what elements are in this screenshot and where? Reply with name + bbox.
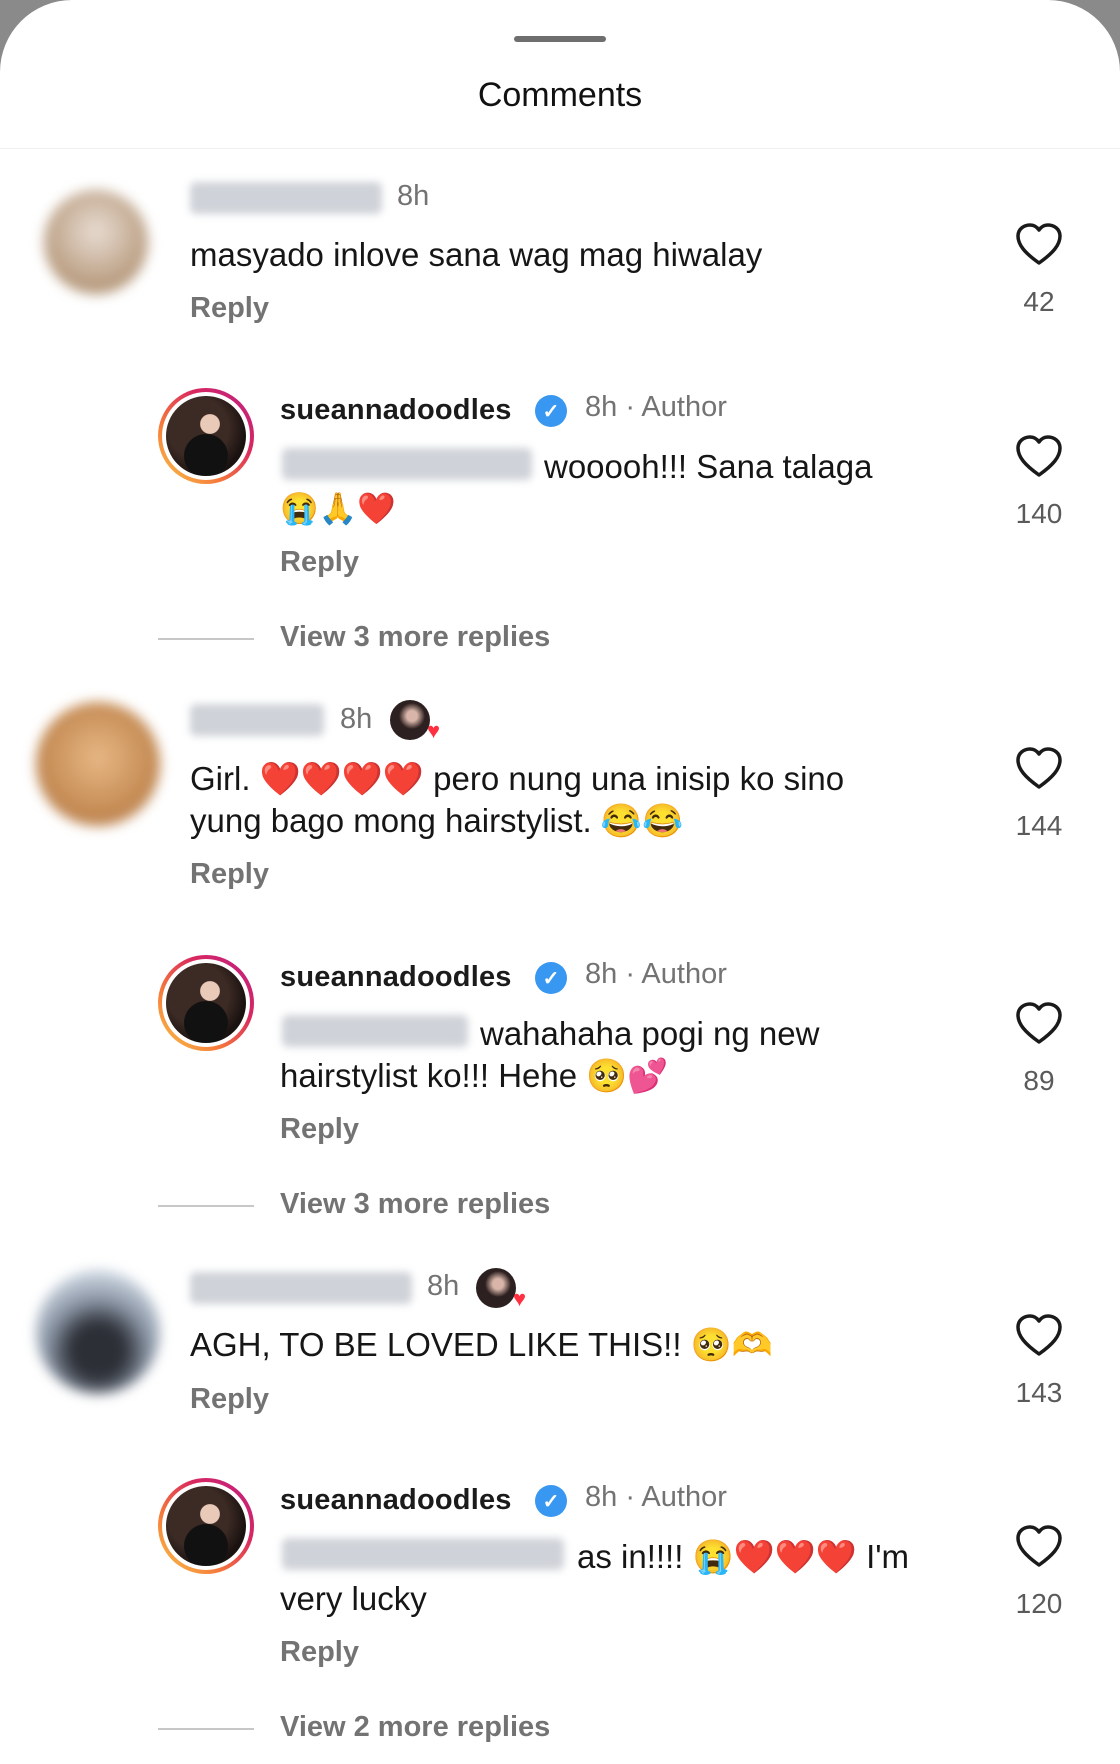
view-more-line — [158, 1728, 254, 1730]
reply-button[interactable]: Reply — [190, 858, 269, 891]
author-avatar[interactable] — [158, 1478, 254, 1574]
like-count: 42 — [1023, 286, 1055, 317]
drag-handle[interactable] — [514, 36, 606, 42]
like-count: 143 — [1015, 1377, 1063, 1408]
comment-text-continued: hairstylist ko!!! Hehe 🥺💕 — [280, 1057, 669, 1094]
view-more-replies-button[interactable]: View 2 more replies — [280, 1711, 550, 1744]
comment-text-continued: yung bago mong hairstylist. 😂😂 — [190, 802, 684, 839]
heart-outline-icon[interactable] — [1015, 1524, 1063, 1568]
heart-outline-icon[interactable] — [1015, 434, 1063, 478]
comment-text: wahahaha pogi ng new — [480, 1015, 820, 1052]
comment-time: 8h · Author — [585, 958, 727, 990]
heart-outline-icon[interactable] — [1015, 1313, 1063, 1357]
like-count: 144 — [1015, 810, 1063, 841]
reply-button[interactable]: Reply — [190, 292, 269, 325]
avatar[interactable] — [36, 702, 160, 826]
heart-outline-icon[interactable] — [1015, 222, 1063, 266]
view-more-line — [158, 638, 254, 640]
username-blurred[interactable] — [190, 182, 382, 214]
reply-button[interactable]: Reply — [280, 1113, 359, 1146]
reply-button[interactable]: Reply — [280, 546, 359, 579]
username-blurred[interactable] — [190, 704, 324, 736]
comment-time: 8h — [340, 703, 373, 735]
comment-text: wooooh!!! Sana talaga — [544, 448, 873, 485]
comment-text: Girl. ❤️❤️❤️❤️ pero nung una inisip ko s… — [190, 760, 845, 797]
author-avatar[interactable] — [158, 388, 254, 484]
verified-badge-icon: ✓ — [535, 962, 567, 994]
comment-text: AGH, TO BE LOVED LIKE THIS!! 🥺🫶 — [190, 1326, 773, 1363]
avatar[interactable] — [44, 190, 148, 294]
comment-text-continued: 😭🙏❤️ — [280, 491, 396, 526]
sheet-title: Comments — [477, 76, 643, 114]
creator-liked-heart-icon: ♥ — [476, 1268, 526, 1310]
view-more-line — [158, 1205, 254, 1207]
view-more-replies-button[interactable]: View 3 more replies — [280, 1188, 550, 1221]
username-blurred[interactable] — [190, 1272, 412, 1304]
view-more-replies-button[interactable]: View 3 more replies — [280, 621, 550, 654]
author-username[interactable]: sueannadoodles — [280, 961, 512, 994]
comments-sheet: Comments 8h masyado inlove sana wag mag … — [0, 0, 1120, 1764]
comment-time: 8h · Author — [585, 1481, 727, 1513]
mention-blurred[interactable] — [282, 1538, 564, 1570]
comment-text: as in!!!! 😭❤️❤️❤️ I'm — [577, 1538, 910, 1575]
like-count: 89 — [1023, 1065, 1055, 1096]
verified-badge-icon: ✓ — [535, 395, 567, 427]
author-username[interactable]: sueannadoodles — [280, 1484, 512, 1517]
like-count: 140 — [1015, 498, 1063, 529]
comment-text: masyado inlove sana wag mag hiwalay — [190, 236, 763, 273]
comment-text-continued: very lucky — [280, 1580, 427, 1617]
author-avatar[interactable] — [158, 955, 254, 1051]
like-count: 120 — [1015, 1588, 1063, 1619]
comment-time: 8h — [397, 180, 430, 212]
mention-blurred[interactable] — [282, 448, 532, 480]
avatar[interactable] — [36, 1270, 160, 1394]
comment-time: 8h — [427, 1270, 460, 1302]
reply-button[interactable]: Reply — [280, 1636, 359, 1669]
comment-time: 8h · Author — [585, 391, 727, 423]
creator-liked-heart-icon: ♥ — [390, 700, 440, 742]
reply-button[interactable]: Reply — [190, 1383, 269, 1416]
header-divider — [0, 148, 1120, 149]
heart-outline-icon[interactable] — [1015, 1001, 1063, 1045]
mention-blurred[interactable] — [282, 1015, 468, 1047]
heart-outline-icon[interactable] — [1015, 746, 1063, 790]
author-username[interactable]: sueannadoodles — [280, 394, 512, 427]
verified-badge-icon: ✓ — [535, 1485, 567, 1517]
